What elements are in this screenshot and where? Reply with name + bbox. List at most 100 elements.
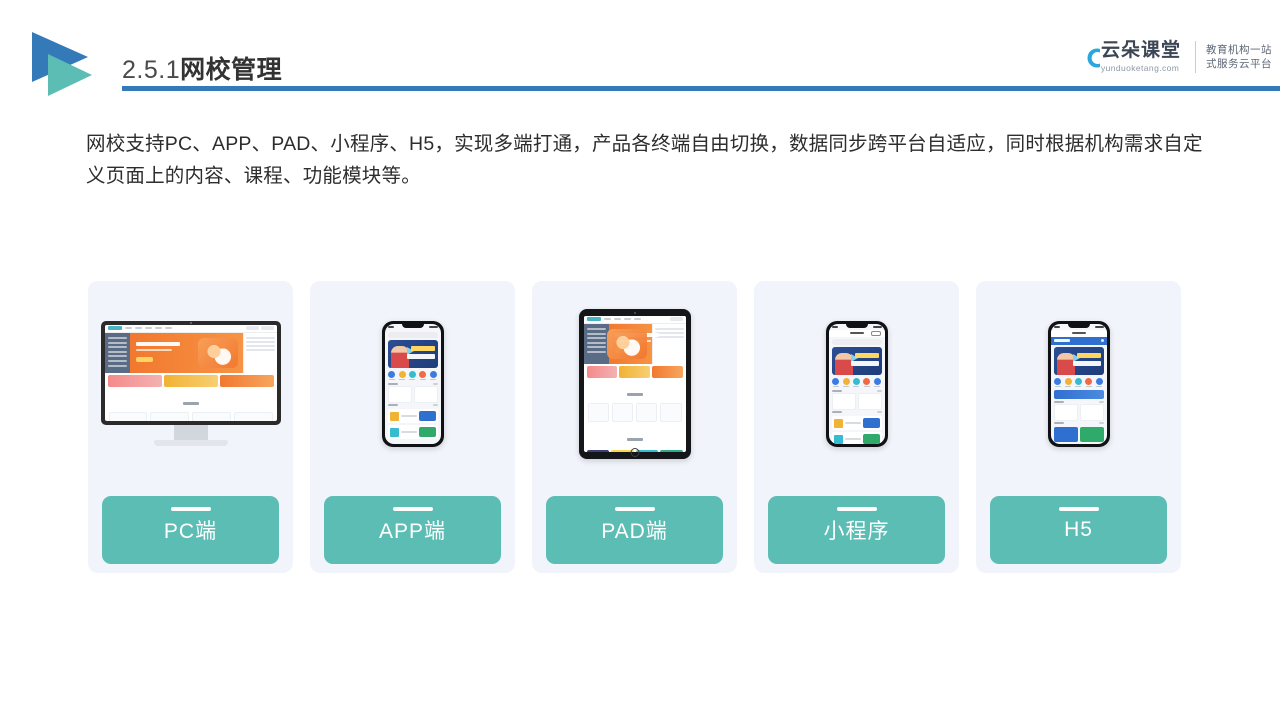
platform-label-h5[interactable]: H5: [990, 496, 1167, 564]
label-dash-accent: [392, 507, 433, 511]
category-icon[interactable]: [832, 377, 840, 387]
promo-card: [163, 374, 218, 387]
course-card[interactable]: [1053, 427, 1078, 442]
category-item: [586, 346, 606, 349]
site-course-row: [105, 411, 277, 421]
list-item[interactable]: [387, 425, 438, 439]
search-input[interactable]: [387, 331, 438, 338]
promo-card: [651, 365, 683, 378]
platform-label-app[interactable]: APP端: [324, 496, 501, 564]
more-options-icon[interactable]: [870, 330, 881, 336]
search-input[interactable]: [831, 338, 882, 345]
platform-label-pad[interactable]: PAD端: [546, 496, 723, 564]
panel-line: [654, 327, 684, 330]
list-item[interactable]: [387, 409, 438, 423]
category-icon[interactable]: [1074, 377, 1082, 387]
category-icon[interactable]: [408, 370, 416, 380]
page-title: [1071, 331, 1086, 335]
title-underline-rule: [122, 86, 1280, 91]
platform-label-text: 小程序: [823, 520, 890, 543]
course-card[interactable]: [857, 393, 882, 410]
category-icon[interactable]: [398, 370, 406, 380]
platform-card-app[interactable]: APP端: [310, 281, 515, 573]
site-promo-row: [105, 373, 277, 389]
panel-line: [245, 349, 275, 352]
site-menu-item: [134, 327, 142, 329]
site-logo-icon: [586, 317, 601, 321]
course-card[interactable]: [1053, 404, 1078, 421]
category-icon-row: [829, 375, 885, 390]
banner-illustration: [606, 328, 647, 359]
panel-line: [654, 332, 684, 334]
banner-headline: [135, 341, 180, 346]
miniprogram-title: [849, 331, 864, 335]
course-card-row: [1051, 404, 1107, 421]
banner-subline: [1072, 360, 1101, 366]
category-icon[interactable]: [863, 377, 871, 387]
category-item: [107, 360, 127, 363]
category-icon[interactable]: [873, 377, 881, 387]
course-card[interactable]: [1079, 404, 1104, 421]
category-item: [586, 328, 606, 331]
course-card[interactable]: [387, 386, 412, 403]
course-card[interactable]: [831, 393, 856, 410]
site-section-heading: [105, 389, 277, 412]
site-menu-item: [613, 318, 621, 320]
list-item[interactable]: [831, 416, 882, 430]
user-avatar-icon[interactable]: [1100, 339, 1104, 342]
tablet-mockup: [532, 281, 737, 486]
course-card[interactable]: [1079, 427, 1104, 442]
category-icon[interactable]: [1054, 377, 1062, 387]
category-icon[interactable]: [852, 377, 860, 387]
course-card: [636, 402, 658, 422]
site-menu-item: [124, 327, 132, 329]
site-hero-banner: [129, 332, 243, 373]
category-icon[interactable]: [1064, 377, 1072, 387]
brand-url: yunduoketang.com: [1100, 62, 1180, 73]
site-navbar: [583, 315, 686, 324]
category-icon[interactable]: [1085, 377, 1093, 387]
platform-card-h5[interactable]: H5: [976, 281, 1181, 573]
category-item: [586, 332, 606, 335]
h5-promo-strip[interactable]: [1053, 390, 1104, 399]
brand-logo: 云朵课堂 yunduoketang.com: [1077, 39, 1193, 74]
brand-tagline-line2: 式服务云平台: [1206, 58, 1272, 70]
category-icon[interactable]: [419, 370, 427, 380]
page-title-number: 2.5.1: [122, 56, 181, 84]
phone-screen: [828, 323, 885, 444]
platform-label-miniprogram[interactable]: 小程序: [768, 496, 945, 564]
platform-card-pc[interactable]: PC端: [88, 281, 293, 573]
tablet-screen: [583, 315, 686, 452]
category-icon[interactable]: [388, 370, 396, 380]
site-menu-item: [164, 327, 172, 329]
h5-brand-header: [1050, 336, 1107, 345]
site-login-button: [245, 326, 259, 330]
category-icon[interactable]: [429, 370, 437, 380]
site-menu-item: [603, 318, 611, 320]
category-icon[interactable]: [842, 377, 850, 387]
site-user-panel: [242, 332, 277, 373]
brand-lockup: 云朵课堂 yunduoketang.com 教育机构一站 式服务云平台: [1077, 34, 1272, 80]
phone-mockup-miniprogram: [754, 281, 959, 486]
course-card: [587, 402, 609, 422]
webcam-dot-icon: [189, 322, 192, 324]
app-hero-banner: [387, 339, 438, 368]
category-item: [107, 341, 127, 344]
panel-line: [245, 341, 275, 343]
category-item: [107, 350, 127, 353]
course-card[interactable]: [413, 386, 438, 403]
site-section-heading: [584, 380, 686, 403]
platform-card-miniprogram[interactable]: 小程序: [754, 281, 959, 573]
list-item[interactable]: [831, 432, 882, 444]
monitor-stand-base: [153, 439, 228, 446]
monitor-stand-neck: [173, 424, 208, 441]
cloud-icon: [1077, 42, 1107, 72]
app-hero-banner: [831, 346, 882, 375]
brand-name: 云朵课堂: [1100, 39, 1181, 61]
category-icon-row: [1051, 375, 1107, 390]
platform-label-pc[interactable]: PC端: [102, 496, 279, 564]
brand-words: 云朵课堂 yunduoketang.com: [1100, 39, 1181, 74]
status-indicators-icon: [1094, 325, 1104, 328]
platform-card-pad[interactable]: PAD端: [532, 281, 737, 573]
category-icon[interactable]: [1095, 377, 1103, 387]
